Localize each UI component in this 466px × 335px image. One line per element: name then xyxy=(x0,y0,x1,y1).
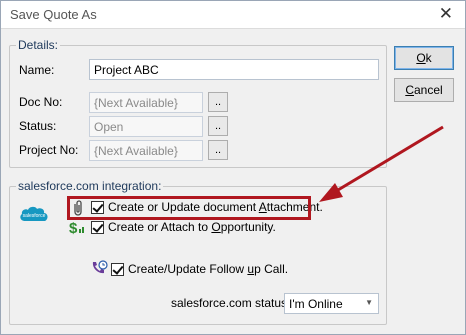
annotation-arrow-icon xyxy=(319,125,444,202)
name-field[interactable] xyxy=(89,59,379,80)
ok-accel: O xyxy=(416,51,426,65)
opportunity-checkbox[interactable] xyxy=(91,221,104,234)
project-no-label: Project No: xyxy=(19,143,79,157)
doc-no-field xyxy=(89,92,203,113)
cancel-button[interactable]: Cancel xyxy=(394,78,454,102)
save-quote-dialog: Save Quote As ✕ Details: Name: Doc No: .… xyxy=(0,0,466,335)
salesforce-logo-text: salesforce xyxy=(23,213,46,219)
opportunity-label: Create or Attach to Opportunity. xyxy=(108,220,276,234)
ok-label-rest: k xyxy=(425,51,432,65)
name-label: Name: xyxy=(19,63,55,77)
followup-label-post: p Call. xyxy=(254,262,289,276)
opportunity-accel: O xyxy=(211,220,221,234)
followup-checkbox[interactable] xyxy=(111,263,124,276)
doc-no-label: Doc No: xyxy=(19,95,63,109)
status-label: Status: xyxy=(19,119,57,133)
project-no-field xyxy=(89,140,203,161)
followup-label-pre: Create/Update Follow xyxy=(128,262,248,276)
highlight-box xyxy=(67,196,311,220)
ok-button[interactable]: Ok xyxy=(394,46,454,70)
status-field xyxy=(89,116,203,137)
cancel-label-rest: ancel xyxy=(413,83,443,97)
doc-no-browse-button[interactable]: .. xyxy=(208,92,228,112)
title-bar: Save Quote As ✕ xyxy=(1,1,465,29)
window-title: Save Quote As xyxy=(10,7,97,22)
close-icon[interactable]: ✕ xyxy=(439,4,453,24)
project-no-browse-button[interactable]: .. xyxy=(208,140,228,160)
salesforce-status-select[interactable]: I'm Online ▼ xyxy=(284,293,379,314)
salesforce-status-label: salesforce.com status: xyxy=(171,296,291,310)
details-legend: Details: xyxy=(18,38,59,52)
opportunity-label-pre: Create or Attach to xyxy=(108,220,212,234)
salesforce-status-value: I'm Online xyxy=(289,297,343,311)
opportunity-dollar-icon: $ xyxy=(69,220,84,236)
opportunity-label-post: pportunity. xyxy=(220,220,276,234)
chevron-down-icon: ▼ xyxy=(365,298,373,307)
phone-clock-icon xyxy=(92,260,108,274)
cancel-accel: C xyxy=(405,83,414,97)
salesforce-logo-icon: salesforce xyxy=(20,206,48,221)
integration-legend: salesforce.com integration: xyxy=(18,179,162,193)
status-browse-button[interactable]: .. xyxy=(208,116,228,136)
followup-label: Create/Update Follow up Call. xyxy=(128,262,288,276)
svg-text:$: $ xyxy=(69,220,78,236)
